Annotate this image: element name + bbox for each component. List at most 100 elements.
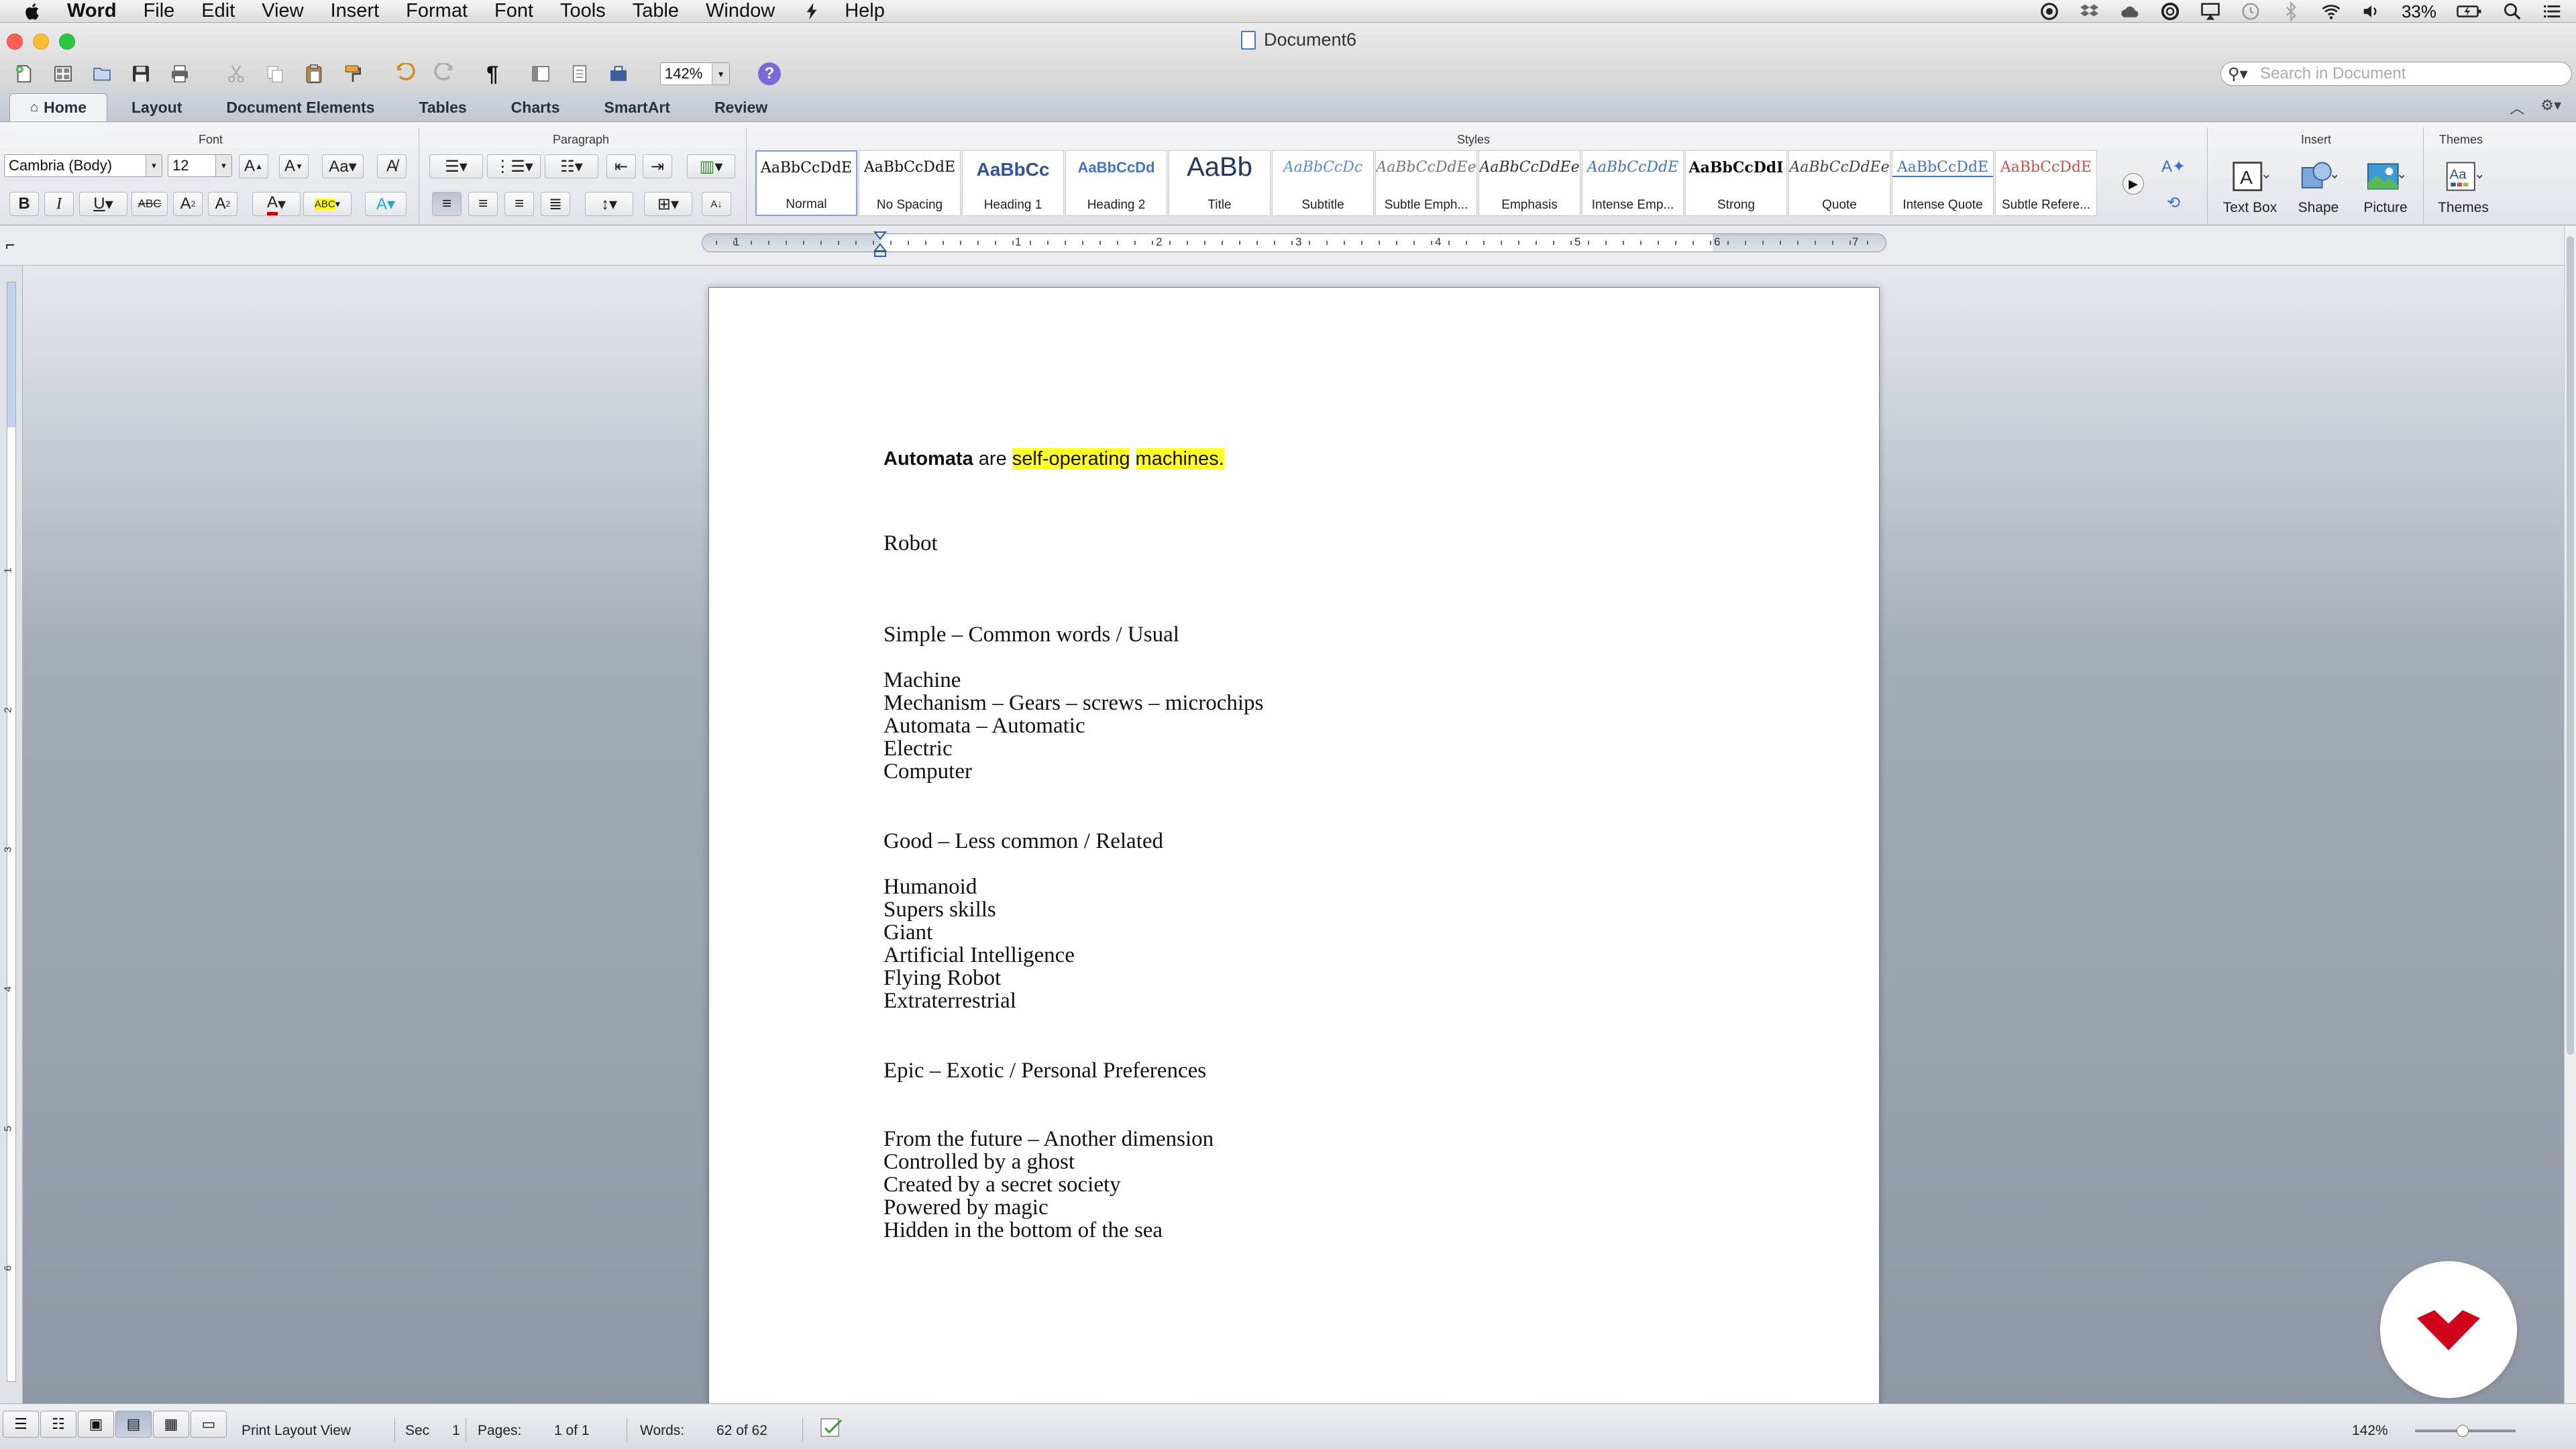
vertical-ruler[interactable]: 1234567 [0, 266, 23, 1411]
save-button[interactable] [126, 62, 156, 86]
publishing-view-button[interactable]: ▣ [78, 1411, 114, 1438]
heading-epic[interactable]: Epic – Exotic / Personal Preferences [883, 1059, 1206, 1083]
list-item[interactable]: Extraterrestrial [883, 989, 1016, 1013]
heading-good[interactable]: Good – Less common / Related [883, 830, 1163, 853]
style-tile[interactable]: AaBbCcDdEe Subtle Emph... [1375, 150, 1477, 216]
list-item[interactable]: Humanoid [883, 875, 977, 899]
menu-view[interactable]: View [262, 0, 303, 22]
list-item[interactable]: Hidden in the bottom of the sea [883, 1219, 1163, 1242]
ribbon-settings-icon[interactable]: ⚙▾ [2540, 97, 2561, 118]
toolbox-button[interactable] [604, 62, 633, 86]
airplay-icon[interactable] [2200, 1, 2220, 21]
list-item[interactable]: Powered by magic [883, 1196, 1049, 1220]
notification-center-icon[interactable] [2542, 1, 2563, 21]
new-document-button[interactable] [9, 62, 39, 86]
indent-marker-icon[interactable] [873, 231, 887, 258]
text-effects-button[interactable]: A▾ [365, 192, 407, 216]
dropbox-icon[interactable] [2080, 1, 2100, 21]
show-formatting-button[interactable]: ¶ [478, 62, 507, 86]
style-tile[interactable]: AaBbCcDdE Intense Quote [1892, 150, 1994, 216]
font-size-select[interactable]: 12 ▾ [168, 154, 232, 177]
menu-window[interactable]: Window [706, 0, 775, 22]
bold-button[interactable]: B [9, 192, 39, 216]
gallery-next-icon[interactable]: ▶ [2123, 173, 2144, 195]
style-tile[interactable]: AaBbCc Heading 1 [962, 150, 1064, 216]
zoom-select[interactable]: 142% ▾ [660, 62, 730, 85]
cloud-icon[interactable] [2120, 1, 2140, 21]
style-tile[interactable]: AaBb Title [1169, 150, 1271, 216]
format-painter-button[interactable] [338, 62, 368, 86]
picture-button[interactable]: Picture [2353, 160, 2418, 221]
highlight-button[interactable]: ABC ▾ [303, 192, 352, 216]
shape-button[interactable]: Shape [2286, 160, 2351, 221]
paragraph-robot[interactable]: Robot [883, 532, 938, 555]
gallery-button[interactable] [565, 62, 594, 86]
undo-button[interactable] [390, 62, 420, 86]
menu-help[interactable]: Help [845, 0, 885, 22]
menu-table[interactable]: Table [633, 0, 679, 22]
menu-file[interactable]: File [144, 0, 175, 22]
apple-icon[interactable] [23, 1, 43, 21]
search-icon[interactable]: ⚲▾ [2228, 64, 2260, 84]
wifi-icon[interactable] [2321, 1, 2341, 21]
window-minimize-button[interactable] [33, 34, 49, 50]
list-item[interactable]: Automata – Automatic [883, 714, 1085, 738]
font-name-select[interactable]: Cambria (Body) ▾ [4, 154, 162, 177]
underline-button[interactable]: U ▾ [79, 192, 127, 216]
tab-smartart[interactable]: SmartArt [584, 93, 690, 121]
manage-styles-icon[interactable]: A✦ [2153, 154, 2194, 178]
clear-formatting-button[interactable]: A̸ [377, 154, 407, 178]
menu-edit[interactable]: Edit [201, 0, 235, 22]
sort-button[interactable]: A↓ [702, 192, 731, 216]
tab-home[interactable]: ⌂ Home [9, 93, 107, 121]
menu-insert[interactable]: Insert [331, 0, 380, 22]
tab-layout[interactable]: Layout [111, 93, 202, 121]
redo-button[interactable] [429, 62, 459, 86]
list-item[interactable]: Mechanism – Gears – screws – microchips [883, 692, 1263, 715]
style-tile[interactable]: AaBbCcDdEe Emphasis [1479, 150, 1580, 216]
heading-simple[interactable]: Simple – Common words / Usual [883, 623, 1179, 647]
justify-button[interactable]: ≣ [541, 192, 570, 216]
tab-selector-icon[interactable]: ⌐ [5, 236, 15, 255]
full-screen-view-button[interactable]: ▭ [191, 1411, 227, 1438]
help-icon[interactable]: ? [758, 62, 781, 85]
style-tile[interactable]: AaBbCcDdE No Spacing [859, 150, 961, 216]
align-right-button[interactable]: ≡ [504, 192, 534, 216]
style-tile[interactable]: AaBbCcDc Subtitle [1272, 150, 1374, 216]
tab-charts[interactable]: Charts [491, 93, 580, 121]
decrease-indent-button[interactable]: ⇤ [606, 154, 636, 178]
vertical-scrollbar[interactable] [2564, 225, 2576, 1403]
style-pane-icon[interactable]: ⟲ [2159, 191, 2188, 215]
columns-button[interactable]: ▥ ▾ [687, 154, 735, 178]
tab-tables[interactable]: Tables [399, 93, 487, 121]
list-item[interactable]: Machine [883, 669, 961, 692]
zoom-slider-knob[interactable] [2457, 1425, 2469, 1437]
print-button[interactable] [165, 62, 195, 86]
open-button[interactable] [87, 62, 117, 86]
draft-view-button[interactable]: ☰ [3, 1411, 39, 1438]
style-tile[interactable]: AaBbCcDd Heading 2 [1065, 150, 1167, 216]
text-box-button[interactable]: A Text Box [2218, 160, 2282, 221]
menu-format[interactable]: Format [406, 0, 468, 22]
list-item[interactable]: Supers skills [883, 898, 996, 922]
subscript-button[interactable]: A2 [208, 192, 237, 216]
paste-button[interactable] [299, 62, 329, 86]
tab-review[interactable]: Review [694, 93, 788, 121]
window-close-button[interactable] [7, 34, 23, 50]
document-page[interactable]: Automata are self-operating machines. Ro… [708, 287, 1880, 1403]
volume-icon[interactable] [2361, 1, 2381, 21]
list-item[interactable]: From the future – Another dimension [883, 1128, 1214, 1151]
print-layout-view-button[interactable]: ▤ [115, 1411, 152, 1438]
bullets-button[interactable]: ☰▾ [429, 154, 483, 178]
battery-icon[interactable] [2457, 1, 2482, 21]
style-tile[interactable]: AaBbCcDdE Subtle Refere... [1995, 150, 2097, 216]
collapse-ribbon-icon[interactable]: ︿ [2510, 97, 2524, 118]
style-tile[interactable]: AaBbCcDdEe Quote [1788, 150, 1890, 216]
menu-app[interactable]: Word [67, 0, 117, 22]
grow-font-button[interactable]: A ▲ [239, 154, 268, 178]
list-item[interactable]: Electric [883, 737, 953, 761]
align-center-button[interactable]: ≡ [468, 192, 498, 216]
zoom-dropdown-icon[interactable]: ▾ [712, 63, 729, 85]
italic-button[interactable]: I [44, 192, 74, 216]
copy-button[interactable] [260, 62, 290, 86]
